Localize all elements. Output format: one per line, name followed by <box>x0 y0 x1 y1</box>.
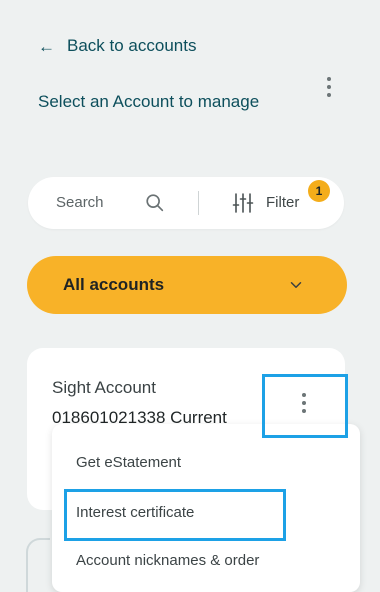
search-divider <box>198 191 199 215</box>
filter-count-badge: 1 <box>308 180 330 202</box>
arrow-left-icon: ← <box>38 36 55 56</box>
search-input[interactable]: Search <box>56 194 104 211</box>
accounts-dropdown-label: All accounts <box>63 275 165 294</box>
menu-item-account-nicknames[interactable]: Account nicknames & order <box>76 552 259 569</box>
back-to-accounts-link[interactable]: ← Back to accounts <box>38 36 196 56</box>
account-name: Sight Account <box>52 378 156 397</box>
page-subtitle: Select an Account to manage <box>38 92 260 111</box>
search-filter-bar: Search Filter <box>28 177 344 229</box>
accounts-dropdown[interactable]: All accounts <box>27 256 347 314</box>
chevron-down-icon <box>290 282 302 288</box>
next-card-edge <box>26 538 50 592</box>
interest-certificate-highlight <box>64 489 286 541</box>
account-more-options-button[interactable] <box>262 374 348 438</box>
kebab-icon <box>297 393 311 419</box>
page: ← Back to accounts Select an Account to … <box>0 0 380 592</box>
more-options-icon[interactable] <box>322 72 336 102</box>
menu-item-get-estatement[interactable]: Get eStatement <box>76 454 181 471</box>
filter-sliders-icon[interactable] <box>231 191 255 215</box>
back-label: Back to accounts <box>67 36 197 55</box>
filter-button[interactable]: Filter <box>266 194 299 211</box>
search-icon[interactable] <box>144 192 166 214</box>
